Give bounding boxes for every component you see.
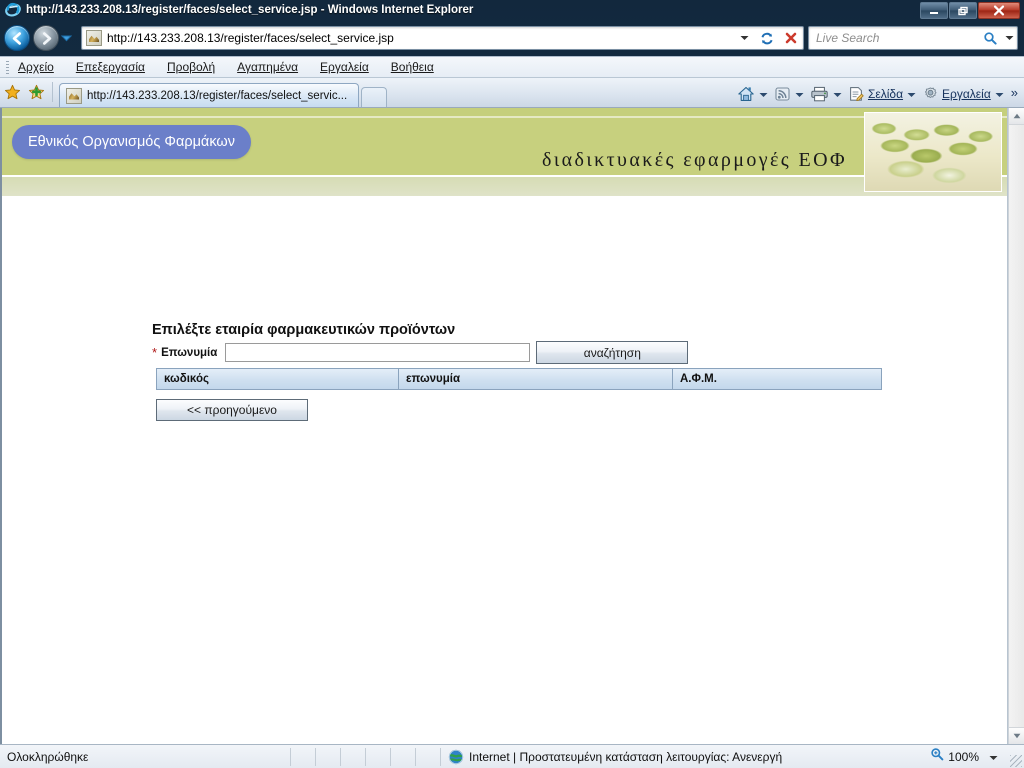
menu-item-tools[interactable]: Εργαλεία bbox=[320, 60, 369, 74]
refresh-icon[interactable] bbox=[755, 26, 779, 50]
new-tab-button[interactable] bbox=[361, 87, 387, 107]
menu-bar-grip[interactable] bbox=[6, 61, 9, 75]
zoom-dropdown-icon[interactable] bbox=[989, 748, 998, 766]
column-header-code: κωδικός bbox=[157, 369, 399, 389]
results-table-header: κωδικός επωνυμία Α.Φ.Μ. bbox=[156, 368, 882, 390]
feeds-button[interactable] bbox=[774, 85, 804, 103]
menu-item-help-label: Βοήθεια bbox=[390, 60, 434, 74]
tools-menu-button[interactable]: Εργαλεία bbox=[922, 85, 1004, 103]
zoom-control[interactable]: 100% bbox=[930, 747, 998, 766]
zoom-level: 100% bbox=[948, 749, 979, 764]
forward-button[interactable] bbox=[33, 25, 59, 51]
pills-photo-image bbox=[864, 112, 1002, 192]
ie-browser-window: http://143.233.208.13/register/faces/sel… bbox=[0, 0, 1024, 768]
feeds-dropdown-icon[interactable] bbox=[795, 85, 804, 103]
internet-explorer-icon bbox=[5, 2, 21, 18]
status-separator-5 bbox=[390, 748, 391, 766]
banner-highlight-line bbox=[2, 116, 1007, 118]
menu-item-tools-label: Εργαλεία bbox=[320, 60, 369, 74]
search-box[interactable]: Live Search bbox=[808, 26, 1018, 50]
back-button[interactable] bbox=[4, 25, 30, 51]
restore-button[interactable] bbox=[949, 2, 977, 19]
tab-label: http://143.233.208.13/register/faces/sel… bbox=[87, 89, 348, 102]
scroll-up-icon[interactable] bbox=[1009, 108, 1024, 125]
add-to-favorites-icon[interactable] bbox=[24, 80, 48, 104]
print-dropdown-icon[interactable] bbox=[833, 85, 842, 103]
status-separator-3 bbox=[340, 748, 341, 766]
company-name-label: Επωνυμία bbox=[161, 346, 218, 359]
menu-item-view-label: Προβολή bbox=[166, 60, 216, 74]
required-asterisk-icon: * bbox=[152, 345, 158, 360]
window-resize-grip[interactable] bbox=[1010, 755, 1022, 767]
security-zone[interactable]: Internet | Προστατευμένη κατάσταση λειτο… bbox=[448, 749, 782, 765]
tab-command-bar: http://143.233.208.13/register/faces/sel… bbox=[0, 78, 1024, 108]
window-controls bbox=[919, 2, 1020, 19]
status-bar: Ολοκληρώθηκε Internet | Προστατευμένη κα… bbox=[0, 744, 1024, 768]
history-dropdown-icon[interactable] bbox=[59, 25, 73, 51]
security-zone-text: Internet | Προστατευμένη κατάσταση λειτο… bbox=[469, 749, 783, 764]
internet-zone-icon bbox=[448, 749, 464, 765]
window-title: http://143.233.208.13/register/faces/sel… bbox=[26, 4, 474, 16]
status-separator-6 bbox=[415, 748, 416, 766]
home-button[interactable] bbox=[737, 85, 768, 103]
status-separator-4 bbox=[365, 748, 366, 766]
menu-bar: Αρχείο Επεξεργασία Προβολή Αγαπημένα Εργ… bbox=[0, 56, 1024, 78]
favorites-center-icon[interactable] bbox=[0, 80, 24, 104]
page-viewport: Εθνικός Οργανισμός Φαρμάκων διαδικτυακές… bbox=[0, 108, 1008, 744]
stop-icon[interactable] bbox=[779, 26, 803, 50]
page-menu-label: Σελίδα bbox=[868, 87, 903, 101]
scroll-down-icon[interactable] bbox=[1009, 727, 1024, 744]
menu-item-edit[interactable]: Επεξεργασία bbox=[76, 60, 145, 74]
tools-menu-label: Εργαλεία bbox=[942, 87, 991, 101]
column-header-name: επωνυμία bbox=[399, 369, 673, 389]
menu-item-help[interactable]: Βοήθεια bbox=[391, 60, 434, 74]
site-banner: Εθνικός Οργανισμός Φαρμάκων διαδικτυακές… bbox=[2, 108, 1007, 196]
command-overflow-icon[interactable]: » bbox=[1011, 85, 1018, 100]
page-menu-button[interactable]: Σελίδα bbox=[848, 85, 916, 103]
status-separator-2 bbox=[315, 748, 316, 766]
banner-bottom-band bbox=[2, 175, 1007, 196]
organization-badge: Εθνικός Οργανισμός Φαρμάκων bbox=[12, 125, 251, 159]
browser-tab-1[interactable]: http://143.233.208.13/register/faces/sel… bbox=[59, 83, 359, 107]
print-button[interactable] bbox=[810, 85, 842, 103]
page-favicon bbox=[86, 30, 102, 46]
menu-item-view[interactable]: Προβολή bbox=[167, 60, 215, 74]
address-bar: http://143.233.208.13/register/faces/sel… bbox=[0, 22, 1024, 54]
vertical-scrollbar[interactable] bbox=[1008, 108, 1024, 744]
status-separator-7 bbox=[440, 748, 441, 766]
home-dropdown-icon[interactable] bbox=[759, 85, 768, 103]
title-bar: http://143.233.208.13/register/faces/sel… bbox=[0, 0, 1024, 20]
menu-item-file[interactable]: Αρχείο bbox=[18, 60, 54, 74]
favorites-separator bbox=[52, 82, 53, 102]
page-menu-text: Σελίδα bbox=[867, 87, 904, 101]
menu-item-favorites-label: Αγαπημένα bbox=[237, 60, 299, 74]
tools-menu-text: Εργαλεία bbox=[942, 87, 991, 101]
close-button[interactable] bbox=[978, 2, 1020, 19]
status-separator-1 bbox=[290, 748, 291, 766]
page-dropdown-icon[interactable] bbox=[907, 85, 916, 103]
page-title: Επιλέξτε εταιρία φαρμακευτικών προϊόντων bbox=[152, 322, 456, 338]
menu-item-edit-label: Επεξεργασία bbox=[75, 60, 145, 74]
company-name-input[interactable] bbox=[225, 343, 531, 362]
zoom-icon bbox=[930, 747, 944, 766]
minimize-button[interactable] bbox=[920, 2, 948, 19]
search-button[interactable]: αναζήτηση bbox=[536, 341, 689, 364]
column-header-vat: Α.Φ.Μ. bbox=[680, 373, 717, 385]
organization-name: Εθνικός Οργανισμός Φαρμάκων bbox=[28, 134, 235, 150]
search-icon[interactable] bbox=[979, 31, 1001, 45]
search-input[interactable]: Live Search bbox=[809, 31, 979, 45]
command-buttons: Σελίδα Εργαλεία » bbox=[731, 85, 1024, 103]
tab-favicon bbox=[66, 87, 82, 104]
address-input[interactable]: http://143.233.208.13/register/faces/sel… bbox=[107, 31, 733, 45]
previous-button[interactable]: << προηγούμενο bbox=[156, 399, 308, 421]
menu-item-file-label: Αρχείο bbox=[18, 60, 54, 74]
tools-dropdown-icon[interactable] bbox=[995, 85, 1004, 103]
address-dropdown-icon[interactable] bbox=[733, 26, 755, 50]
menu-item-favorites[interactable]: Αγαπημένα bbox=[237, 60, 298, 74]
search-provider-dropdown-icon[interactable] bbox=[1001, 35, 1017, 41]
status-message: Ολοκληρώθηκε bbox=[7, 749, 89, 764]
banner-slogan: διαδικτυακές εφαρμογές ΕΟΦ bbox=[542, 149, 847, 171]
address-input-wrapper[interactable]: http://143.233.208.13/register/faces/sel… bbox=[81, 26, 804, 50]
company-search-form: * Επωνυμία αναζήτηση bbox=[152, 341, 689, 364]
